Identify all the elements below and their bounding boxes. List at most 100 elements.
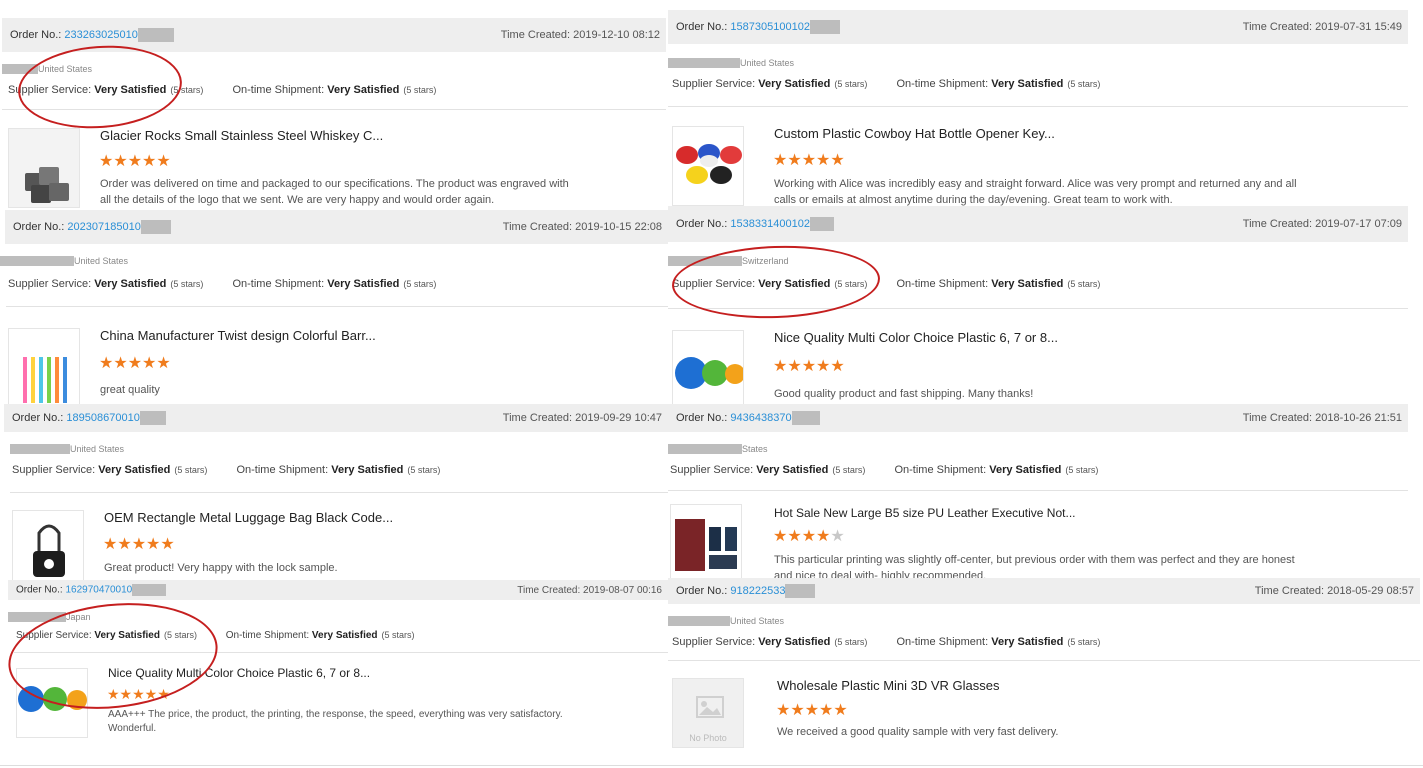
star-rating: ★★★★★	[776, 702, 848, 719]
rating-summary: Supplier Service: Very Satisfied (5 stars…	[12, 464, 441, 476]
product-title[interactable]: Hot Sale New Large B5 size PU Leather Ex…	[774, 506, 1075, 520]
review-text: great quality	[100, 384, 160, 396]
review-text: This particular printing was slightly of…	[774, 554, 1295, 578]
product-thumbnail[interactable]	[670, 504, 742, 578]
no-photo-label: No Photo	[689, 733, 727, 743]
redacted-block	[10, 444, 70, 454]
color-frisbees-image	[673, 331, 743, 404]
product-thumbnail[interactable]: No Photo	[672, 678, 744, 748]
product-title[interactable]: Wholesale Plastic Mini 3D VR Glasses	[777, 678, 1000, 693]
redacted-block	[137, 28, 174, 42]
buyer-location: United States	[668, 58, 794, 68]
redacted-block	[809, 20, 840, 34]
redacted-block	[2, 64, 38, 74]
order-card: Order No.: 1587305100102 Time Created: 2…	[668, 10, 1408, 206]
redacted-block	[809, 217, 834, 231]
redacted-block	[8, 612, 66, 622]
order-number-link[interactable]: 1587305100102	[730, 21, 810, 33]
product-title[interactable]: Glacier Rocks Small Stainless Steel Whis…	[100, 128, 383, 143]
review-text: Working with Alice was incredibly easy a…	[774, 178, 1297, 206]
divider	[14, 652, 668, 653]
buyer-location: United States	[2, 64, 92, 74]
no-photo-image	[696, 696, 724, 718]
product-title[interactable]: Nice Quality Multi Color Choice Plastic …	[108, 666, 370, 680]
order-time: 2019-10-15 22:08	[575, 221, 662, 233]
product-thumbnail[interactable]	[672, 330, 744, 404]
redacted-block	[132, 584, 167, 596]
redacted-block	[140, 220, 171, 234]
review-text: Great product! Very happy with the lock …	[104, 562, 338, 574]
rating-summary: Supplier Service: Very Satisfied (5 stars…	[8, 84, 437, 96]
order-time: 2018-05-29 08:57	[1327, 585, 1414, 597]
order-number-link[interactable]: 189508670010	[66, 412, 139, 424]
product-title[interactable]: Nice Quality Multi Color Choice Plastic …	[774, 330, 1058, 345]
rating-summary: Supplier Service: Very Satisfied (5 stars…	[8, 278, 437, 290]
product-thumbnail[interactable]	[672, 126, 744, 206]
divider	[668, 106, 1408, 107]
order-header: Order No.: 162970470010 Time Created: 20…	[8, 580, 668, 600]
hat-bottle-opener-image	[673, 127, 743, 205]
order-header: Order No.: 9436438370 Time Created: 2018…	[668, 404, 1408, 432]
product-thumbnail[interactable]	[8, 128, 80, 208]
product-thumbnail[interactable]	[8, 328, 80, 404]
order-time: 2019-12-10 08:12	[573, 29, 660, 41]
order-time: 2019-08-07 00:16	[583, 584, 662, 596]
divider	[6, 306, 668, 307]
review-text: Good quality product and fast shipping. …	[774, 388, 1034, 400]
buyer-location: States	[668, 444, 768, 454]
order-header: Order No.: 918222533 Time Created: 2018-…	[668, 578, 1420, 604]
redacted-block	[139, 411, 166, 425]
redacted-block	[668, 444, 742, 454]
order-card: Order No.: 9436438370 Time Created: 2018…	[668, 404, 1408, 578]
order-card: Order No.: 918222533 Time Created: 2018-…	[668, 578, 1420, 748]
order-card: Order No.: 233263025010 Time Created: 20…	[2, 18, 666, 210]
rating-summary: Supplier Service: Very Satisfied (5 stars…	[672, 78, 1101, 90]
order-header: Order No.: 1587305100102 Time Created: 2…	[668, 10, 1408, 44]
product-thumbnail[interactable]	[12, 510, 84, 580]
redacted-block	[668, 256, 742, 266]
review-text: We received a good quality sample with v…	[777, 726, 1059, 738]
color-frisbees-image	[17, 669, 87, 737]
redacted-block	[668, 58, 740, 68]
order-number-link[interactable]: 162970470010	[65, 585, 132, 596]
divider	[2, 109, 666, 110]
rating-summary: Supplier Service: Very Satisfied (5 stars…	[672, 636, 1101, 648]
product-title[interactable]: OEM Rectangle Metal Luggage Bag Black Co…	[104, 510, 393, 525]
order-time: 2019-07-17 07:09	[1315, 218, 1402, 230]
order-card: Order No.: 202307185010 Time Created: 20…	[0, 210, 668, 404]
product-title[interactable]: Custom Plastic Cowboy Hat Bottle Opener …	[774, 126, 1055, 141]
order-header: Order No.: 189508670010 Time Created: 20…	[4, 404, 668, 432]
order-card: Order No.: 1538331400102 Time Created: 2…	[668, 206, 1408, 404]
redacted-block	[0, 256, 74, 266]
whiskey-stones-image	[9, 129, 79, 207]
star-rating: ★★★★★	[99, 355, 171, 372]
divider	[0, 765, 1423, 766]
order-time: 2019-07-31 15:49	[1315, 21, 1402, 33]
rating-summary: Supplier Service: Very Satisfied (5 stars…	[16, 630, 415, 641]
order-number-link[interactable]: 9436438370	[730, 412, 791, 424]
star-rating: ★★★★★	[773, 358, 845, 375]
colorful-pens-image	[9, 329, 79, 404]
buyer-location: United States	[0, 256, 128, 266]
divider	[668, 490, 1408, 491]
order-header: Order No.: 233263025010 Time Created: 20…	[2, 18, 666, 52]
divider	[668, 308, 1408, 309]
star-rating: ★★★★★	[103, 536, 175, 553]
order-number-link[interactable]: 1538331400102	[730, 218, 810, 230]
product-title[interactable]: China Manufacturer Twist design Colorful…	[100, 328, 376, 343]
order-header: Order No.: 1538331400102 Time Created: 2…	[668, 206, 1408, 242]
redacted-block	[668, 616, 730, 626]
order-header: Order No.: 202307185010 Time Created: 20…	[5, 210, 668, 244]
review-text: Order was delivered on time and packaged…	[100, 178, 569, 206]
order-number-link[interactable]: 918222533	[730, 585, 785, 597]
order-time: 2018-10-26 21:51	[1315, 412, 1402, 424]
buyer-location: Japan	[8, 612, 91, 622]
redacted-block	[791, 411, 820, 425]
product-thumbnail[interactable]	[16, 668, 88, 738]
star-rating: ★★★★★	[107, 686, 170, 702]
order-number-link[interactable]: 202307185010	[67, 221, 140, 233]
redacted-block	[785, 584, 816, 598]
leather-notebook-image	[671, 505, 741, 578]
star-rating: ★★★★★	[773, 152, 845, 169]
order-number-link[interactable]: 233263025010	[64, 29, 137, 41]
